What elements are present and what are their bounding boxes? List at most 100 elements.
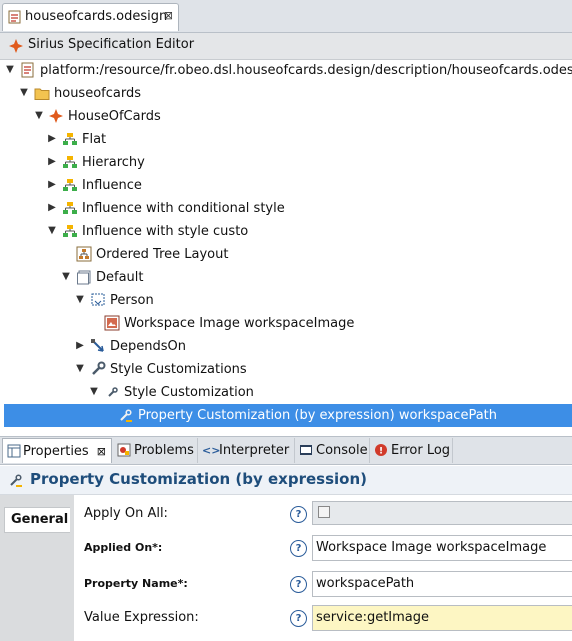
tab-label: Properties (23, 444, 89, 459)
properties-title-bar: Property Customization (by expression) (0, 466, 572, 495)
chevron-down-icon[interactable]: ▼ (19, 88, 29, 98)
property-name-label: Property Name*: (84, 577, 188, 590)
chevron-down-icon[interactable]: ▼ (75, 364, 85, 374)
property-customization-icon (10, 474, 22, 487)
tree-item-person[interactable]: ▼ Person (0, 289, 572, 312)
tree-item-label: Hierarchy (82, 155, 145, 170)
views-tab-bar: Properties ⊠ Problems <> Interpreter Con… (0, 436, 572, 465)
tab-properties[interactable]: Properties ⊠ (2, 438, 112, 463)
tree-item-label: Person (110, 293, 154, 308)
sirius-icon (9, 39, 23, 53)
chevron-right-icon[interactable]: ▶ (47, 134, 57, 144)
properties-title: Property Customization (by expression) (30, 470, 367, 488)
tab-problems[interactable]: Problems (114, 438, 198, 463)
tree-item-label: Style Customization (124, 385, 254, 400)
odesign-file-icon (8, 10, 21, 24)
tree-item-flat[interactable]: ▶ Flat (0, 128, 572, 151)
tree-item-label: Workspace Image workspaceImage (124, 316, 355, 331)
tree-item-houseofcards-viewpoint[interactable]: ▼ HouseOfCards (0, 105, 572, 128)
diagram-icon (63, 179, 77, 191)
tree-item-label: Flat (82, 132, 107, 147)
tree-item-influence-conditional[interactable]: ▶ Influence with conditional style (0, 197, 572, 220)
tree-item-label: HouseOfCards (68, 109, 161, 124)
diagram-icon (63, 225, 77, 237)
tree-item-label: Property Customization (by expression) w… (138, 408, 498, 423)
chevron-right-icon[interactable]: ▶ (47, 180, 57, 190)
edge-mapping-icon (91, 339, 104, 352)
tree-item-ordered-tree-layout[interactable]: Ordered Tree Layout (0, 243, 572, 266)
tree-item-label: Ordered Tree Layout (96, 247, 229, 262)
chevron-right-icon[interactable]: ▶ (47, 203, 57, 213)
tree-item-label: DependsOn (110, 339, 186, 354)
tree-item-style-customizations[interactable]: ▼ Style Customizations (0, 358, 572, 381)
tree-item-workspace-image[interactable]: Workspace Image workspaceImage (0, 312, 572, 335)
apply-on-all-label: Apply On All: (84, 506, 168, 521)
applied-on-field[interactable]: Workspace Image workspaceImage (312, 535, 572, 561)
tree-item-label: platform:/resource/fr.obeo.dsl.houseofca… (40, 63, 572, 78)
viewpoint-icon (49, 109, 63, 123)
resource-icon (21, 62, 34, 78)
tree-item-label: Default (96, 270, 144, 285)
tab-label: Interpreter (219, 443, 290, 458)
tab-label: Problems (134, 443, 194, 458)
tree-item-property-customization[interactable]: Property Customization (by expression) w… (4, 404, 572, 427)
diagram-icon (63, 133, 77, 145)
property-customization-icon (120, 409, 132, 422)
svg-text:!: ! (379, 447, 383, 457)
tab-label: Console (316, 443, 368, 458)
console-icon (300, 445, 312, 455)
workspace-image-icon (104, 315, 120, 331)
tab-label: Error Log (391, 443, 451, 458)
help-icon[interactable]: ? (290, 540, 307, 557)
problems-icon (117, 443, 131, 457)
chevron-down-icon[interactable]: ▼ (5, 65, 15, 75)
value-expression-label: Value Expression: (84, 610, 199, 625)
properties-icon (7, 444, 21, 458)
tree-item-resource[interactable]: ▼ platform:/resource/fr.obeo.dsl.houseof… (0, 59, 572, 82)
tab-interpreter[interactable]: <> Interpreter (199, 438, 295, 463)
diagram-icon (63, 156, 77, 168)
property-name-field[interactable]: workspacePath (312, 571, 572, 597)
applied-on-label: Applied On*: (84, 541, 163, 554)
chevron-down-icon[interactable]: ▼ (47, 226, 57, 236)
node-mapping-icon (91, 293, 105, 306)
tree-item-label: Influence with conditional style (82, 201, 285, 216)
layout-icon (76, 246, 92, 262)
apply-on-all-checkbox[interactable] (318, 506, 330, 518)
tree-item-influence-style-custo[interactable]: ▼ Influence with style custo (0, 220, 572, 243)
tree-item-dependson[interactable]: ▶ DependsOn (0, 335, 572, 358)
editor-tab-houseofcards[interactable]: houseofcards.odesign ⊠ (2, 3, 179, 31)
tree-item-hierarchy[interactable]: ▶ Hierarchy (0, 151, 572, 174)
tab-console[interactable]: Console (296, 438, 370, 463)
tree-item-style-customization[interactable]: ▼ Style Customization (0, 381, 572, 404)
help-icon[interactable]: ? (290, 610, 307, 627)
interpreter-icon: <> (202, 444, 221, 457)
folder-icon (34, 88, 50, 100)
editor-header: Sirius Specification Editor (0, 33, 572, 60)
chevron-right-icon[interactable]: ▶ (75, 341, 85, 351)
chevron-down-icon[interactable]: ▼ (61, 272, 71, 282)
close-icon[interactable]: ⊠ (97, 439, 106, 464)
value-expression-field[interactable]: service:getImage (312, 605, 572, 631)
help-icon[interactable]: ? (290, 506, 307, 523)
chevron-down-icon[interactable]: ▼ (89, 387, 99, 397)
tree-item-label: Style Customizations (110, 362, 247, 377)
chevron-down-icon[interactable]: ▼ (34, 111, 44, 121)
tab-general[interactable]: General (4, 507, 70, 533)
specification-tree: ▼ platform:/resource/fr.obeo.dsl.houseof… (0, 59, 572, 435)
tree-item-houseofcards-folder[interactable]: ▼ houseofcards (0, 82, 572, 105)
tree-item-influence[interactable]: ▶ Influence (0, 174, 572, 197)
tree-item-default-layer[interactable]: ▼ Default (0, 266, 572, 289)
tab-error-log[interactable]: ! Error Log (371, 438, 453, 463)
chevron-down-icon[interactable]: ▼ (75, 295, 85, 305)
close-icon[interactable]: ⊠ (164, 9, 173, 22)
wrench-icon (92, 361, 106, 375)
error-log-icon: ! (375, 444, 387, 457)
apply-on-all-field (312, 501, 572, 525)
chevron-right-icon[interactable]: ▶ (47, 157, 57, 167)
tree-item-label: Influence with style custo (82, 224, 249, 239)
diagram-icon (63, 202, 77, 214)
help-icon[interactable]: ? (290, 576, 307, 593)
tree-item-label: Influence (82, 178, 142, 193)
wrench-small-icon (108, 387, 118, 397)
